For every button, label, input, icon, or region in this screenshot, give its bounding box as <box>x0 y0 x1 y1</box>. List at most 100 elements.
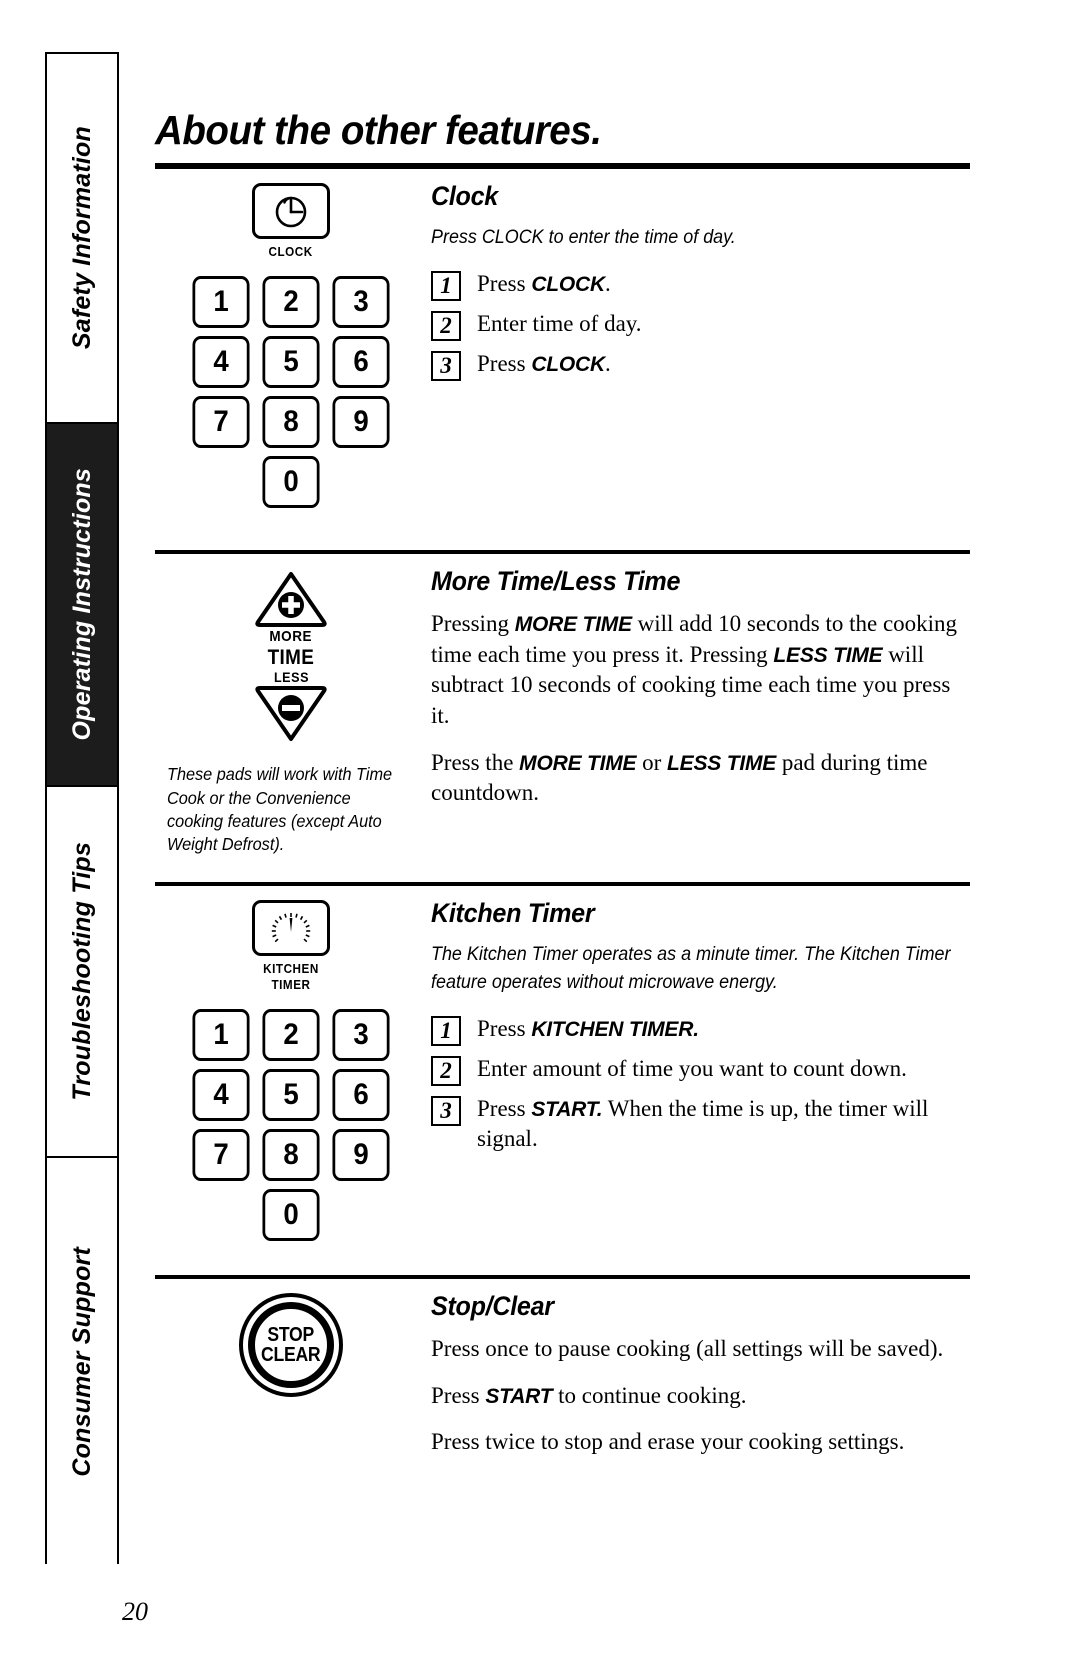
button-name-less-time: LESS TIME <box>667 751 777 775</box>
sidebar-tab-label: Consumer Support <box>67 1247 96 1477</box>
kitchen-timer-steps: 1 Press KITCHEN TIMER. 2 Enter amount of… <box>431 1013 970 1154</box>
key-5[interactable]: 5 <box>262 336 320 389</box>
more-less-note: These pads will work with Time Cook or t… <box>167 764 393 855</box>
more-label: MORE <box>269 628 313 646</box>
sidebar-tab-label: Operating Instructions <box>67 468 96 741</box>
section-stop-clear: STOP CLEAR Stop/Clear Press once to pause… <box>155 1279 970 1458</box>
key-9[interactable]: 9 <box>332 1129 390 1182</box>
clock-pad-label: CLOCK <box>268 244 314 259</box>
clear-label: CLEAR <box>261 1344 321 1367</box>
step-item: 3 Press START. When the time is up, the … <box>431 1093 970 1154</box>
key-6[interactable]: 6 <box>332 1069 390 1122</box>
key-2[interactable]: 2 <box>262 1009 320 1062</box>
page-content: About the other features. CLOCK 1 2 3 4 … <box>155 110 970 1458</box>
more-less-paragraph-2: Press the MORE TIME or LESS TIME pad dur… <box>431 748 970 809</box>
step-button-name: CLOCK <box>531 352 605 376</box>
step-text-post: . <box>604 270 611 296</box>
step-text: Enter time of day. <box>477 308 642 339</box>
stop-clear-paragraph-2: Press START to continue cooking. <box>431 1381 970 1412</box>
key-1[interactable]: 1 <box>192 276 250 329</box>
stop-clear-text-block: Stop/Clear Press once to pause cooking (… <box>427 1279 970 1458</box>
key-8[interactable]: 8 <box>262 396 320 449</box>
keypad-row: 1 2 3 <box>186 276 396 336</box>
key-0[interactable]: 0 <box>262 456 320 509</box>
key-3[interactable]: 3 <box>332 1009 390 1062</box>
clock-face-icon <box>275 196 307 228</box>
section-kitchen-timer: KITCHEN TIMER 1 2 3 4 5 6 7 8 9 0 Kitche… <box>155 886 970 1249</box>
clock-pad-button[interactable] <box>252 183 330 239</box>
step-text-pre: Press <box>477 270 532 296</box>
step-text: Enter amount of time you want to count d… <box>477 1053 907 1084</box>
minus-in-triangle-icon[interactable] <box>252 685 330 745</box>
page-title: About the other features. <box>155 107 602 153</box>
clock-text-block: Clock Press CLOCK to enter the time of d… <box>427 169 970 388</box>
sidebar-tab-label: Troubleshooting Tips <box>67 842 96 1101</box>
step-button-name: KITCHEN TIMER. <box>531 1017 699 1041</box>
step-number: 2 <box>431 310 461 341</box>
key-7[interactable]: 7 <box>192 1129 250 1182</box>
keypad-row: 4 5 6 <box>186 1069 396 1129</box>
kitchen-timer-pad-label: KITCHEN TIMER <box>263 961 319 992</box>
text-run: Press <box>431 1382 486 1408</box>
keypad-row: 0 <box>256 1189 326 1249</box>
keypad-row: 4 5 6 <box>186 336 396 396</box>
keypad-row: 7 8 9 <box>186 396 396 456</box>
button-name-less-time: LESS TIME <box>773 643 883 667</box>
stop-clear-paragraph-1: Press once to pause cooking (all setting… <box>431 1336 944 1362</box>
step-text-pre: Enter time of day. <box>477 310 642 336</box>
stop-clear-pad-button[interactable]: STOP CLEAR <box>239 1293 343 1398</box>
step-item: 1 Press CLOCK. <box>431 268 970 301</box>
key-5[interactable]: 5 <box>262 1069 320 1122</box>
step-text-pre: Press <box>477 350 532 376</box>
keypad-row: 0 <box>256 456 326 516</box>
button-name-more-time: MORE TIME <box>514 613 632 637</box>
key-8[interactable]: 8 <box>262 1129 320 1182</box>
key-9[interactable]: 9 <box>332 396 390 449</box>
step-number: 3 <box>431 1095 461 1126</box>
clock-number-keypad: 1 2 3 4 5 6 7 8 9 0 <box>186 276 396 516</box>
keypad-row: 7 8 9 <box>186 1129 396 1189</box>
step-item: 2 Enter time of day. <box>431 308 970 341</box>
step-text-pre: Enter amount of time you want to count d… <box>477 1055 907 1081</box>
section-clock: CLOCK 1 2 3 4 5 6 7 8 9 0 Clock Press CL… <box>155 169 970 516</box>
step-text-pre: Press <box>477 1015 532 1041</box>
key-4[interactable]: 4 <box>192 336 250 389</box>
key-3[interactable]: 3 <box>332 276 390 329</box>
time-label: TIME <box>267 645 315 669</box>
sidebar-tab-safety-information[interactable]: Safety Information <box>47 54 117 424</box>
step-text: Press CLOCK. <box>477 348 611 379</box>
keypad-row: 1 2 3 <box>186 1009 396 1069</box>
clock-intro: Press CLOCK to enter the time of day. <box>431 226 736 248</box>
plus-in-triangle-icon[interactable] <box>252 568 330 628</box>
step-text: Press KITCHEN TIMER. <box>477 1013 699 1044</box>
page-number: 20 <box>122 1597 148 1626</box>
sidebar-tab-consumer-support[interactable]: Consumer Support <box>47 1158 117 1566</box>
step-item: 2 Enter amount of time you want to count… <box>431 1053 970 1086</box>
key-7[interactable]: 7 <box>192 396 250 449</box>
kitchen-timer-pad-button[interactable] <box>252 900 330 957</box>
pad-label-line-1: KITCHEN <box>263 961 319 977</box>
step-text-pre: Press <box>477 1095 532 1121</box>
clock-steps: 1 Press CLOCK. 2 Enter time of day. 3 Pr… <box>431 268 970 381</box>
text-run: to continue cooking. <box>552 1382 747 1408</box>
key-4[interactable]: 4 <box>192 1069 250 1122</box>
step-text: Press CLOCK. <box>477 268 611 299</box>
kitchen-timer-number-keypad: 1 2 3 4 5 6 7 8 9 0 <box>186 1009 396 1249</box>
step-number: 1 <box>431 1015 461 1046</box>
key-0[interactable]: 0 <box>262 1189 320 1242</box>
sidebar-tab-operating-instructions[interactable]: Operating Instructions <box>47 424 117 787</box>
manual-page: Safety Information Operating Instruction… <box>0 0 1080 1669</box>
key-6[interactable]: 6 <box>332 336 390 389</box>
key-2[interactable]: 2 <box>262 276 320 329</box>
button-name-more-time: MORE TIME <box>519 751 637 775</box>
step-number: 2 <box>431 1055 461 1086</box>
key-1[interactable]: 1 <box>192 1009 250 1062</box>
more-less-text-block: More Time/Less Time Pressing MORE TIME w… <box>427 554 970 808</box>
kitchen-timer-intro: The Kitchen Timer operates as a minute t… <box>431 943 951 994</box>
sidebar-tab-troubleshooting-tips[interactable]: Troubleshooting Tips <box>47 787 117 1158</box>
stop-clear-heading: Stop/Clear <box>431 1291 554 1322</box>
more-less-paragraph-1: Pressing MORE TIME will add 10 seconds t… <box>431 609 970 731</box>
